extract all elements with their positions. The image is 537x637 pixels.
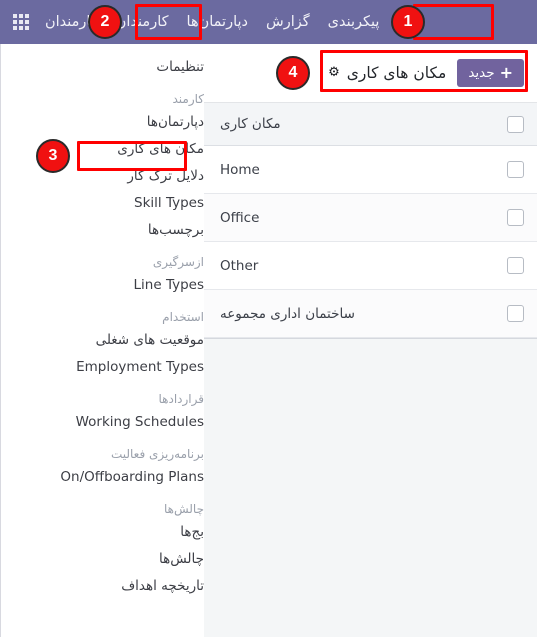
- row-label: Other: [220, 257, 259, 274]
- annotation-badge-1: 1: [391, 5, 425, 39]
- plus-icon: +: [499, 63, 513, 82]
- row-label: ساختمان اداری مجموعه: [220, 305, 355, 322]
- table-row[interactable]: Home: [204, 146, 537, 194]
- sidebar-item-tags[interactable]: برچسب‌ها: [1, 217, 204, 244]
- table-row[interactable]: ساختمان اداری مجموعه: [204, 290, 537, 338]
- table-header-row: مکان کاری: [204, 103, 537, 146]
- row-checkbox[interactable]: [507, 209, 524, 226]
- apps-grid-icon[interactable]: [6, 0, 36, 44]
- sidebar-item-badges[interactable]: بج‌ها: [1, 519, 204, 546]
- gear-icon[interactable]: ⚙: [328, 66, 340, 80]
- sidebar-section-employee: کارمند: [172, 92, 204, 106]
- row-checkbox[interactable]: [507, 161, 524, 178]
- annotation-badge-3: 3: [36, 139, 70, 173]
- odoo-employees-configuration-page: کارمندان کارمندان دپارتمان‌ها گزارش پیکر…: [0, 0, 537, 637]
- new-button[interactable]: + جدید: [457, 59, 524, 87]
- sidebar-item-work-locations[interactable]: مکان های کاری: [1, 136, 204, 163]
- sidebar-item-line-types[interactable]: Line Types: [1, 272, 204, 299]
- row-label: Home: [220, 161, 260, 178]
- annotation-badge-4: 4: [276, 56, 310, 90]
- sidebar-item-departure-reasons[interactable]: دلایل ترک کار: [1, 163, 204, 190]
- apps-grid-glyph: [13, 14, 29, 30]
- nav-item-configuration[interactable]: پیکربندی: [319, 8, 389, 36]
- sidebar-item-on-offboarding-plans[interactable]: On/Offboarding Plans: [1, 464, 204, 491]
- sidebar-item-settings[interactable]: تنظیمات: [1, 54, 204, 81]
- top-navbar: کارمندان کارمندان دپارتمان‌ها گزارش پیکر…: [0, 0, 537, 44]
- sidebar-item-departments[interactable]: دپارتمان‌ها: [1, 109, 204, 136]
- sidebar-item-goal-history[interactable]: تاریخچه اهداف: [1, 573, 204, 600]
- page-title: مکان های کاری: [346, 64, 447, 82]
- sidebar-item-challenges[interactable]: چالش‌ها: [1, 546, 204, 573]
- sidebar-item-working-schedules[interactable]: Working Schedules: [1, 409, 204, 436]
- column-header-work-location: مکان کاری: [220, 116, 281, 132]
- row-checkbox[interactable]: [507, 257, 524, 274]
- table-row[interactable]: Other: [204, 242, 537, 290]
- annotation-badge-2: 2: [88, 5, 122, 39]
- new-button-label: جدید: [468, 65, 495, 81]
- sidebar-item-job-positions[interactable]: موقعیت های شغلی: [1, 327, 204, 354]
- sidebar-item-skill-types[interactable]: Skill Types: [1, 190, 204, 217]
- sidebar-section-challenges: چالش‌ها: [163, 502, 204, 516]
- row-checkbox[interactable]: [507, 305, 524, 322]
- sidebar-section-activity-planning: برنامه‌ریزی فعالیت: [110, 447, 204, 461]
- sidebar-item-employment-types[interactable]: Employment Types: [1, 354, 204, 381]
- row-label: Office: [220, 209, 260, 226]
- sidebar-section-contracts: قراردادها: [158, 392, 205, 406]
- configuration-sidebar: تنظیمات کارمند دپارتمان‌ها مکان های کاری…: [0, 44, 204, 637]
- select-all-checkbox[interactable]: [507, 115, 524, 133]
- table-row[interactable]: Office: [204, 194, 537, 242]
- nav-item-reporting[interactable]: گزارش: [257, 8, 319, 36]
- sidebar-section-recruitment: استخدام: [162, 310, 204, 324]
- sidebar-section-resume: ازسرگیری: [152, 255, 204, 269]
- main-content: + جدید مکان های کاری ⚙ مکان کاری Home Of…: [204, 44, 537, 637]
- nav-item-departments[interactable]: دپارتمان‌ها: [178, 8, 257, 36]
- control-panel: + جدید مکان های کاری ⚙: [204, 44, 537, 103]
- work-locations-list: مکان کاری Home Office Other ساختمان ادار…: [204, 103, 537, 339]
